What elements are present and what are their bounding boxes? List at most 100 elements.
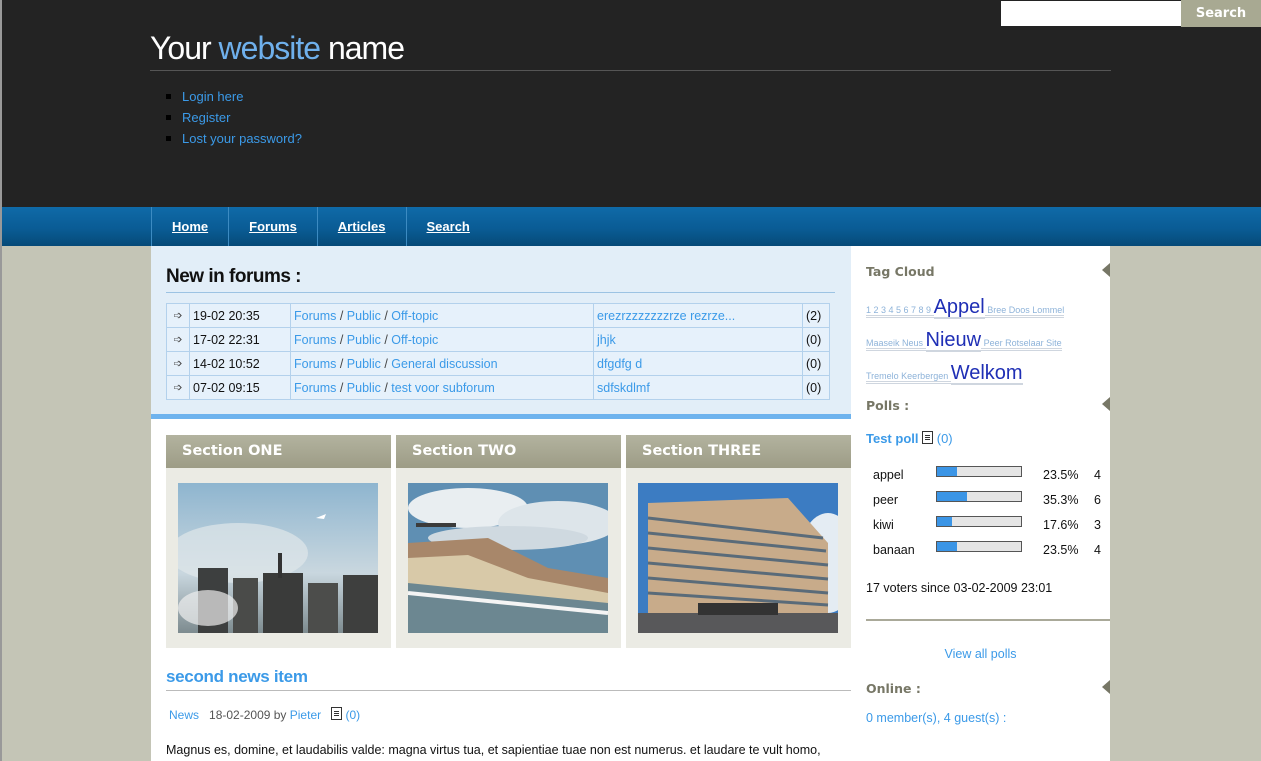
main-nav: Home Forums Articles Search — [2, 207, 1261, 246]
forum-row: ➩ 17-02 22:31 Forums / Public / Off-topic j… — [166, 327, 830, 352]
forum-row: ➩ 07-02 09:15 Forums / Public / test voor … — [166, 375, 830, 400]
poll-option: appel 23.5% 4 — [871, 466, 1103, 491]
polls-heading: Polls : — [866, 398, 910, 413]
tag-links[interactable]: Tremelo Keerbergen Welkom — [866, 362, 1023, 385]
section-image-beach[interactable] — [408, 483, 608, 633]
section-title: Section TWO — [396, 435, 621, 468]
forum-path-link[interactable]: Forums — [294, 357, 336, 371]
news-title[interactable]: second news item — [166, 667, 308, 687]
register-link[interactable]: Register — [166, 107, 302, 128]
forum-path-link[interactable]: Off-topic — [391, 309, 438, 323]
forum-path: Forums / Public / Off-topic — [290, 327, 594, 352]
forum-path-link[interactable]: Public — [347, 357, 381, 371]
search-button[interactable]: Search — [1181, 0, 1261, 27]
topic-link[interactable]: erezrzzzzzzzrze rezrze... — [593, 303, 803, 328]
nav-articles[interactable]: Articles — [316, 207, 406, 246]
reply-count: (2) — [802, 303, 830, 328]
nav-forums[interactable]: Forums — [228, 207, 317, 246]
triangle-icon — [1102, 263, 1110, 277]
poll-results: appel 23.5% 4 peer 35.3% 6 kiwi 17.6% 3 banaan 23.… — [871, 466, 1103, 566]
poll-bar — [936, 466, 1022, 477]
tag-cloud-heading: Tag Cloud — [866, 264, 935, 279]
poll-votes: 4 — [1094, 468, 1101, 482]
tag-cloud: 1 2 3 4 5 6 7 8 9 Appel Bree Doos Lommel… — [866, 292, 1098, 391]
topic-link[interactable]: sdfskdlmf — [593, 375, 803, 400]
lost-password-link[interactable]: Lost your password? — [166, 128, 302, 149]
online-users[interactable]: 0 member(s), 4 guest(s) : — [866, 711, 1006, 725]
search-input[interactable] — [1001, 1, 1181, 26]
section-title: Section THREE — [626, 435, 851, 468]
topic-link[interactable]: dfgdfg d — [593, 351, 803, 376]
poll-option-label: peer — [873, 493, 899, 507]
section-image-building[interactable] — [638, 483, 838, 633]
poll-option-label: kiwi — [873, 518, 894, 532]
forum-path-link[interactable]: Forums — [294, 333, 336, 347]
arrow-right-icon: ➩ — [166, 327, 190, 352]
tag-links[interactable]: Maaseik Neus Nieuw Peer Rotselaar Site — [866, 329, 1062, 352]
poll-votes: 6 — [1094, 493, 1101, 507]
reply-count: (0) — [802, 375, 830, 400]
poll-votes: 3 — [1094, 518, 1101, 532]
section-image-city[interactable] — [178, 483, 378, 633]
topic-link[interactable]: jhjk — [593, 327, 803, 352]
forum-row: ➩ 14-02 10:52 Forums / Public / General di… — [166, 351, 830, 376]
forum-path-link[interactable]: test voor subforum — [391, 381, 495, 395]
poll-option: banaan 23.5% 4 — [871, 541, 1103, 566]
reply-count: (0) — [802, 351, 830, 376]
poll-title[interactable]: Test poll (0) — [866, 431, 953, 446]
poll-voters: 17 voters since 03-02-2009 23:01 — [866, 581, 1053, 595]
forum-table: ➩ 19-02 20:35 Forums / Public / Off-topic e… — [166, 303, 830, 400]
news-body: Magnus es, domine, et laudabilis valde: … — [166, 743, 821, 757]
section-title: Section ONE — [166, 435, 391, 468]
poll-option-label: banaan — [873, 543, 915, 557]
forum-path-link[interactable]: Forums — [294, 309, 336, 323]
poll-bar — [936, 516, 1022, 527]
forum-path-link[interactable]: Forums — [294, 381, 336, 395]
forum-path: Forums / Public / test voor subforum — [290, 375, 594, 400]
forum-path-link[interactable]: Public — [347, 309, 381, 323]
triangle-icon — [1102, 680, 1110, 694]
poll-option-label: appel — [873, 468, 904, 482]
section-three[interactable]: Section THREE — [626, 435, 851, 648]
main-content: New in forums : ➩ 19-02 20:35 Forums / Pub… — [151, 246, 851, 761]
post-date: 14-02 10:52 — [189, 351, 291, 376]
poll-bar — [936, 541, 1022, 552]
poll-percent: 35.3% — [1043, 493, 1079, 507]
poll-percent: 23.5% — [1043, 543, 1079, 557]
post-date: 07-02 09:15 — [189, 375, 291, 400]
forum-heading: New in forums : — [166, 266, 302, 287]
poll-option: peer 35.3% 6 — [871, 491, 1103, 516]
forum-path: Forums / Public / General discussion — [290, 351, 594, 376]
poll-bar — [936, 491, 1022, 502]
poll-percent: 17.6% — [1043, 518, 1079, 532]
section-one[interactable]: Section ONE — [166, 435, 391, 648]
arrow-right-icon: ➩ — [166, 375, 190, 400]
forum-path-link[interactable]: Off-topic — [391, 333, 438, 347]
news-author-link[interactable]: Pieter — [290, 708, 321, 722]
arrow-right-icon: ➩ — [166, 303, 190, 328]
arrow-right-icon: ➩ — [166, 351, 190, 376]
triangle-icon — [1102, 397, 1110, 411]
forum-box: New in forums : ➩ 19-02 20:35 Forums / Pub… — [151, 246, 851, 419]
comment-icon — [922, 431, 934, 444]
nav-home[interactable]: Home — [151, 207, 228, 246]
post-date: 19-02 20:35 — [189, 303, 291, 328]
news-meta: News 18-02-2009 by Pieter (0) — [169, 707, 361, 722]
forum-path-link[interactable]: Public — [347, 381, 381, 395]
forum-path: Forums / Public / Off-topic — [290, 303, 594, 328]
comment-icon — [331, 707, 343, 720]
post-date: 17-02 22:31 — [189, 327, 291, 352]
nav-search[interactable]: Search — [405, 207, 490, 246]
title-divider — [150, 70, 1111, 71]
poll-percent: 23.5% — [1043, 468, 1079, 482]
sidebar: Tag Cloud 1 2 3 4 5 6 7 8 9 Appel Bree D… — [851, 246, 1110, 761]
news-comments-link[interactable]: (0) — [345, 708, 360, 722]
poll-option: kiwi 17.6% 3 — [871, 516, 1103, 541]
tag-links[interactable]: 1 2 3 4 5 6 7 8 9 Appel Bree Doos Lommel — [866, 296, 1065, 319]
news-category-link[interactable]: News — [169, 708, 199, 722]
section-two[interactable]: Section TWO — [396, 435, 621, 648]
view-all-polls-link[interactable]: View all polls — [851, 647, 1110, 661]
forum-path-link[interactable]: Public — [347, 333, 381, 347]
forum-path-link[interactable]: General discussion — [391, 357, 497, 371]
login-link[interactable]: Login here — [166, 86, 302, 107]
